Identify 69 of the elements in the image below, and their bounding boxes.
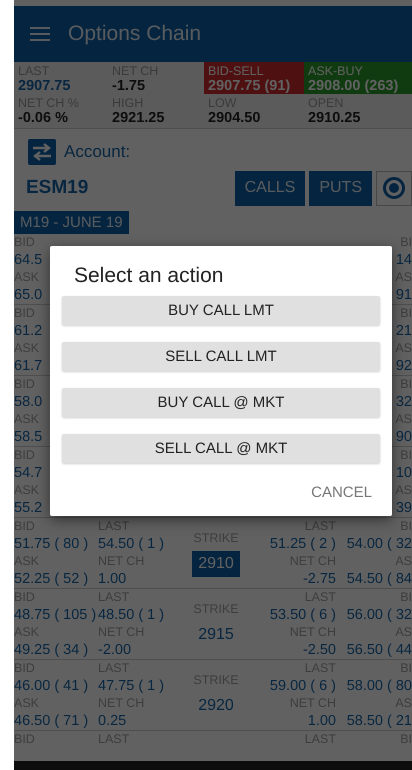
price-value: 54.50 ( 84 bbox=[346, 570, 412, 588]
price-value: 21 bbox=[396, 322, 412, 340]
quote-label: ASK-BUY bbox=[308, 64, 364, 78]
price-value: -2.75 bbox=[302, 570, 336, 588]
price-value: 91 bbox=[396, 286, 412, 304]
quote-label: BID-SELL bbox=[208, 64, 265, 78]
menu-icon[interactable] bbox=[30, 26, 50, 42]
quote-value: 2908.00 (263) bbox=[308, 78, 400, 94]
price-value: 1.00 bbox=[308, 712, 336, 730]
price-value: 0.25 bbox=[98, 712, 128, 730]
price-value: -2.00 bbox=[98, 641, 132, 659]
price-value: 65.0 bbox=[14, 286, 44, 304]
price-value: 64.5 bbox=[14, 251, 44, 269]
price-value: -2.50 bbox=[302, 641, 336, 659]
price-value: 14 bbox=[396, 251, 412, 269]
price-value: 92 bbox=[396, 357, 412, 375]
price-value: 58.00 ( 80 bbox=[346, 677, 412, 695]
target-icon bbox=[382, 176, 406, 200]
view-button[interactable]: CALLS bbox=[234, 170, 306, 206]
quote-value: 2907.75 (91) bbox=[208, 78, 292, 94]
price-value: 54.7 bbox=[14, 464, 44, 482]
action-button[interactable]: BUY CALL @ MKT bbox=[62, 388, 380, 417]
price-value: 39 bbox=[396, 499, 412, 517]
price-value: 52.25 ( 52 ) bbox=[14, 570, 90, 588]
strike-price[interactable]: 2910 bbox=[192, 550, 240, 576]
price-value: 48.75 ( 105 ) bbox=[14, 606, 98, 624]
action-button[interactable]: BUY CALL LMT bbox=[62, 296, 380, 325]
price-value: 54.50 ( 1 ) bbox=[98, 535, 166, 553]
quote-value: 2907.75 bbox=[18, 78, 72, 94]
quote-value: -0.06 % bbox=[18, 110, 69, 126]
cancel-button[interactable]: CANCEL bbox=[303, 480, 380, 505]
price-value: 49.25 ( 34 ) bbox=[14, 641, 90, 659]
price-value: 58.0 bbox=[14, 393, 44, 411]
quote-value: -1.75 bbox=[112, 78, 146, 94]
price-value: 55.2 bbox=[14, 499, 44, 517]
price-value: 48.50 ( 1 ) bbox=[98, 606, 166, 624]
quote-value: 2910.25 bbox=[308, 110, 362, 126]
price-value: 51.75 ( 80 ) bbox=[14, 535, 90, 553]
icon-button[interactable] bbox=[376, 170, 412, 206]
action-button[interactable]: SELL CALL @ MKT bbox=[62, 434, 380, 463]
swap-arrows-icon[interactable] bbox=[28, 139, 56, 165]
screen-title: Options Chain bbox=[68, 22, 202, 46]
action-button[interactable]: SELL CALL LMT bbox=[62, 342, 380, 371]
strike-price[interactable]: 2920 bbox=[192, 692, 240, 718]
price-value: 61.7 bbox=[14, 357, 44, 375]
price-value: 56.50 ( 44 bbox=[346, 641, 412, 659]
price-value: 10 bbox=[396, 464, 412, 482]
account-label: Account: bbox=[64, 142, 130, 162]
strike-price[interactable]: 2915 bbox=[192, 622, 240, 648]
price-value: 1.00 bbox=[98, 570, 128, 588]
price-value: 32 bbox=[396, 393, 412, 411]
view-button[interactable]: PUTS bbox=[309, 170, 372, 206]
price-value: 51.25 ( 2 ) bbox=[270, 535, 336, 553]
price-value: 58.5 bbox=[14, 428, 44, 446]
price-value: 90 bbox=[396, 428, 412, 446]
price-value: 58.50 ( 21 bbox=[346, 712, 412, 730]
symbol-label: ESM19 bbox=[26, 177, 90, 199]
expiry-tab[interactable]: M19 - JUNE 19 bbox=[14, 211, 129, 234]
price-value: 47.75 ( 1 ) bbox=[98, 677, 166, 695]
dialog-title: Select an action bbox=[74, 264, 224, 288]
price-value: 53.50 ( 6 ) bbox=[270, 606, 336, 624]
price-value: 56.00 ( 32 bbox=[346, 606, 412, 624]
price-value: 59.00 ( 6 ) bbox=[270, 677, 336, 695]
price-value: 46.00 ( 41 ) bbox=[14, 677, 90, 695]
quote-value: 2921.25 bbox=[112, 110, 166, 126]
price-value: 54.00 ( 32 bbox=[346, 535, 412, 553]
quote-value: 2904.50 bbox=[208, 110, 262, 126]
price-value: 61.2 bbox=[14, 322, 44, 340]
price-value: 46.50 ( 71 ) bbox=[14, 712, 90, 730]
